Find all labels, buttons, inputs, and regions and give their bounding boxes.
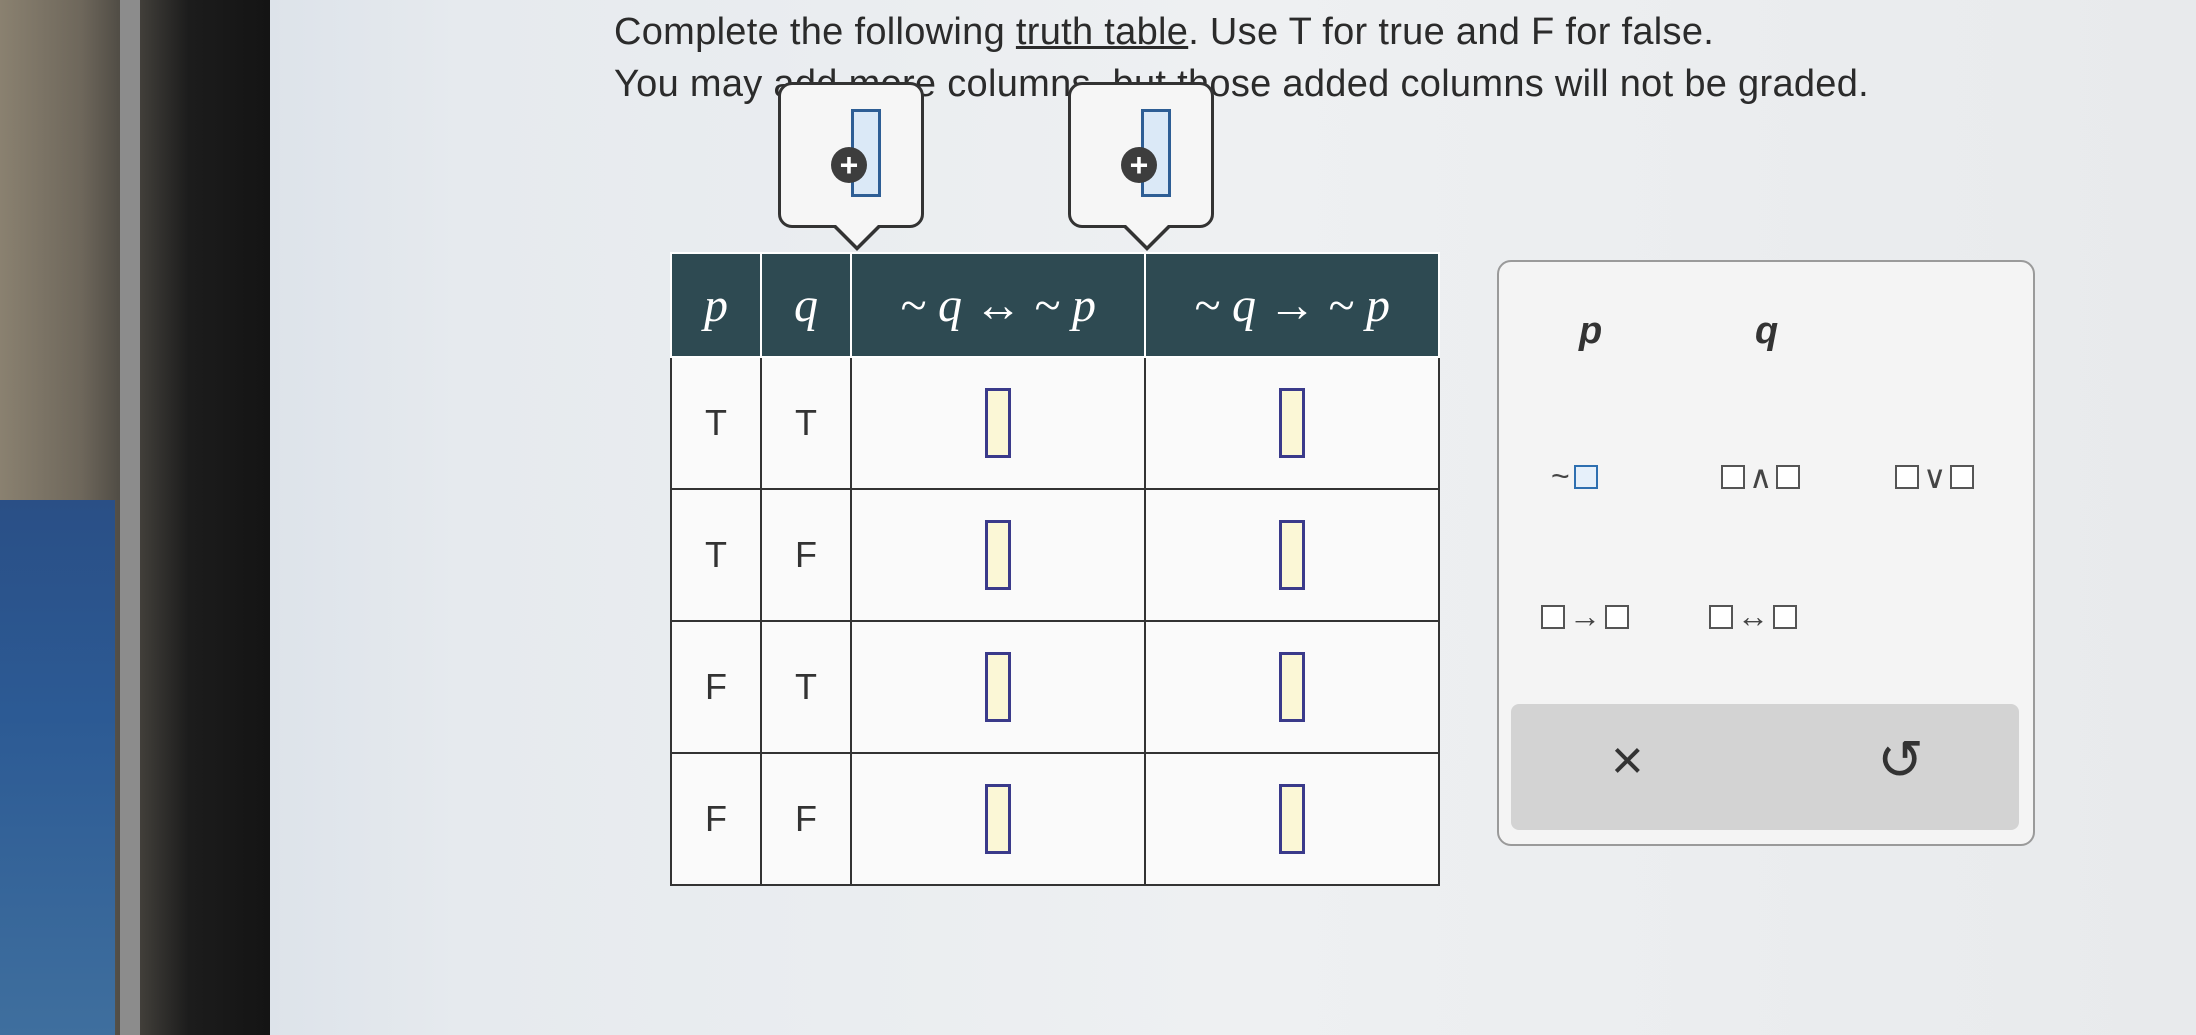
answer-input[interactable]: [985, 652, 1011, 722]
double-arrow-icon: ↔: [1737, 598, 1769, 634]
plus-circle-icon: +: [831, 147, 867, 183]
answer-input[interactable]: [1279, 652, 1305, 722]
truth-table-link[interactable]: truth table: [1016, 11, 1188, 53]
and-button[interactable]: ∧: [1721, 458, 1801, 496]
placeholder-box-icon: [1709, 604, 1733, 629]
header-p: p: [670, 252, 762, 358]
answer-cell: [850, 752, 1146, 886]
placeholder-box-icon: [1541, 604, 1565, 629]
answer-input[interactable]: [1279, 784, 1305, 854]
answer-cell: [1144, 752, 1440, 886]
biconditional-button[interactable]: ↔: [1709, 598, 1797, 635]
answer-input[interactable]: [985, 520, 1011, 590]
truth-table: p q ~ q ↔ ~ p ~ q → ~ p T T T F F T F F: [670, 252, 1440, 886]
or-icon: ∨: [1923, 459, 1947, 495]
cell-p: T: [670, 488, 762, 622]
answer-cell: [1144, 488, 1440, 622]
or-button[interactable]: ∨: [1895, 458, 1975, 496]
answer-cell: [1144, 356, 1440, 490]
variable-p-button[interactable]: p: [1579, 310, 1602, 353]
negation-button[interactable]: ~: [1551, 458, 1598, 495]
placeholder-box-icon: [1721, 465, 1745, 489]
cell-q: F: [760, 752, 852, 886]
background-window: [0, 500, 115, 1035]
right-arrow-icon: →: [1569, 598, 1601, 634]
symbol-palette: p q ~ ∧ ∨ → ↔ × ↺: [1497, 260, 2035, 846]
tilde-icon: ~: [1551, 458, 1570, 494]
answer-input[interactable]: [1279, 388, 1305, 458]
placeholder-box-icon: [1773, 604, 1797, 629]
table-row: T F: [670, 488, 1440, 622]
undo-icon[interactable]: ↺: [1877, 730, 1924, 790]
answer-input[interactable]: [985, 388, 1011, 458]
clear-button[interactable]: ×: [1611, 730, 1644, 790]
plus-circle-icon: +: [1121, 147, 1157, 183]
table-header-row: p q ~ q ↔ ~ p ~ q → ~ p: [670, 252, 1440, 358]
cell-p: F: [670, 620, 762, 754]
placeholder-box-icon: [1950, 465, 1975, 489]
and-icon: ∧: [1749, 459, 1773, 495]
table-row: F T: [670, 620, 1440, 754]
answer-cell: [850, 488, 1146, 622]
answer-input[interactable]: [1279, 520, 1305, 590]
table-row: T T: [670, 356, 1440, 490]
instruction-line-1: Complete the following truth table. Use …: [614, 11, 1715, 53]
cell-q: T: [760, 356, 852, 490]
add-column-button[interactable]: +: [1068, 82, 1214, 251]
cell-q: F: [760, 488, 852, 622]
implies-button[interactable]: →: [1541, 598, 1629, 635]
answer-cell: [1144, 620, 1440, 754]
header-conditional: ~ q → ~ p: [1144, 252, 1440, 358]
action-bar: × ↺: [1511, 704, 2019, 830]
table-row: F F: [670, 752, 1440, 886]
header-q: q: [760, 252, 852, 358]
answer-cell: [850, 620, 1146, 754]
header-biconditional: ~ q ↔ ~ p: [850, 252, 1146, 358]
answer-cell: [850, 356, 1146, 490]
variable-q-button[interactable]: q: [1755, 310, 1778, 353]
answer-input[interactable]: [985, 784, 1011, 854]
placeholder-box-icon: [1895, 465, 1919, 489]
placeholder-box-icon: [1605, 604, 1629, 629]
monitor-edge: [120, 0, 140, 1035]
cell-q: T: [760, 620, 852, 754]
cell-p: F: [670, 752, 762, 886]
cell-p: T: [670, 356, 762, 490]
placeholder-box-icon: [1573, 464, 1598, 489]
add-column-button[interactable]: +: [778, 82, 924, 251]
placeholder-box-icon: [1776, 465, 1801, 489]
